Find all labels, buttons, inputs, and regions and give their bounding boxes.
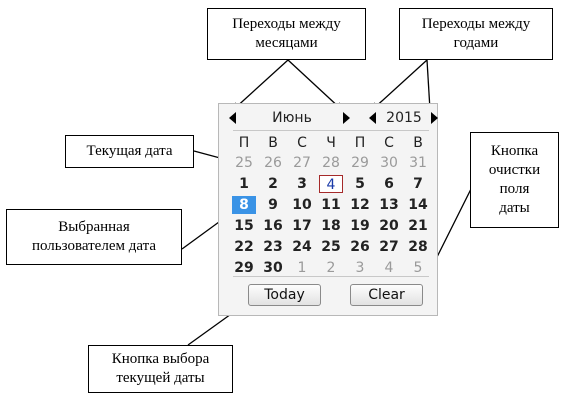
callout-month-navigation: Переходы между месяцами xyxy=(207,8,366,60)
calendar-day-other-month[interactable]: 4 xyxy=(377,259,401,277)
calendar-day[interactable]: 3 xyxy=(290,175,314,193)
month-label[interactable]: Июнь xyxy=(243,109,341,127)
calendar-day[interactable]: 14 xyxy=(406,196,430,214)
calendar-day-other-month[interactable]: 5 xyxy=(406,259,430,277)
calendar-day[interactable]: 1 xyxy=(232,175,256,193)
callout-today-button: Кнопка выбора текущей даты xyxy=(88,345,233,393)
calendar-day[interactable]: 27 xyxy=(377,238,401,256)
callout-current-date: Текущая дата xyxy=(65,135,194,168)
weekday-label: П xyxy=(238,135,250,151)
prev-year-icon[interactable] xyxy=(369,112,376,124)
calendar-day-other-month[interactable]: 31 xyxy=(406,154,430,172)
calendar-day-other-month[interactable]: 2 xyxy=(319,259,343,277)
prev-month-icon[interactable] xyxy=(229,112,236,124)
clear-button[interactable]: Clear xyxy=(350,284,423,306)
calendar-day[interactable]: 24 xyxy=(290,238,314,256)
calendar-day-selected[interactable]: 8 xyxy=(232,196,256,214)
calendar-day[interactable]: 23 xyxy=(261,238,285,256)
calendar-day[interactable]: 16 xyxy=(261,217,285,235)
calendar-day[interactable]: 22 xyxy=(232,238,256,256)
calendar-day[interactable]: 21 xyxy=(406,217,430,235)
today-button[interactable]: Today xyxy=(248,284,321,306)
calendar-day[interactable]: 2 xyxy=(261,175,285,193)
calendar-day[interactable]: 12 xyxy=(348,196,372,214)
footer-divider xyxy=(233,276,429,277)
callout-year-navigation: Переходы между годами xyxy=(399,8,553,60)
calendar-day[interactable]: 20 xyxy=(377,217,401,235)
calendar-day[interactable]: 29 xyxy=(232,259,256,277)
calendar-day-other-month[interactable]: 25 xyxy=(232,154,256,172)
calendar-day-other-month[interactable]: 27 xyxy=(290,154,314,172)
calendar-navigation: Июнь 2015 xyxy=(221,109,438,127)
calendar-week-row: 29 30 1 2 3 4 5 xyxy=(232,259,432,277)
calendar-day[interactable]: 13 xyxy=(377,196,401,214)
calendar-week-row: 25 26 27 28 29 30 31 xyxy=(232,154,432,172)
weekday-label: П xyxy=(354,135,366,151)
weekday-header-row: П В С Ч П С В xyxy=(232,134,432,152)
calendar-day-today[interactable]: 4 xyxy=(319,175,343,193)
calendar-day[interactable]: 26 xyxy=(348,238,372,256)
calendar-day[interactable]: 28 xyxy=(406,238,430,256)
calendar-day-other-month[interactable]: 29 xyxy=(348,154,372,172)
calendar-week-row: 1234567 xyxy=(232,175,432,193)
calendar-day[interactable]: 17 xyxy=(290,217,314,235)
calendar-day-other-month[interactable]: 3 xyxy=(348,259,372,277)
weekday-label: С xyxy=(384,135,394,151)
calendar-day-other-month[interactable]: 26 xyxy=(261,154,285,172)
weekday-label: В xyxy=(413,135,423,151)
header-divider xyxy=(233,130,429,131)
calendar-day[interactable]: 10 xyxy=(290,196,314,214)
calendar-week-row: 22 23 24 25 26 27 28 xyxy=(232,238,432,256)
calendar-day-other-month[interactable]: 30 xyxy=(377,154,401,172)
next-year-icon[interactable] xyxy=(431,112,438,124)
calendar-day[interactable]: 25 xyxy=(319,238,343,256)
weekday-label: Ч xyxy=(326,135,336,151)
calendar-day[interactable]: 7 xyxy=(406,175,430,193)
calendar-day[interactable]: 6 xyxy=(377,175,401,193)
calendar-day[interactable]: 5 xyxy=(348,175,372,193)
calendar-week-row: 8 9 10 11 12 13 14 xyxy=(232,196,432,214)
calendar-week-row: 15 16 17 18 19 20 21 xyxy=(232,217,432,235)
calendar-day[interactable]: 11 xyxy=(319,196,343,214)
calendar-day[interactable]: 18 xyxy=(319,217,343,235)
year-label[interactable]: 2015 xyxy=(379,109,429,127)
next-month-icon[interactable] xyxy=(343,112,350,124)
calendar-day[interactable]: 9 xyxy=(261,196,285,214)
calendar-day[interactable]: 19 xyxy=(348,217,372,235)
calendar-day-other-month[interactable]: 1 xyxy=(290,259,314,277)
date-picker-calendar: Июнь 2015 П В С Ч П С В 25 26 27 28 29 30 31 1 2… xyxy=(218,103,438,316)
callout-selected-date: Выбранная пользователем дата xyxy=(6,209,182,265)
calendar-day[interactable]: 15 xyxy=(232,217,256,235)
calendar-day-other-month[interactable]: 28 xyxy=(319,154,343,172)
weekday-label: В xyxy=(268,135,278,151)
calendar-day[interactable]: 30 xyxy=(261,259,285,277)
callout-clear-button: Кнопка очистки поля даты xyxy=(470,132,559,228)
weekday-label: С xyxy=(297,135,307,151)
